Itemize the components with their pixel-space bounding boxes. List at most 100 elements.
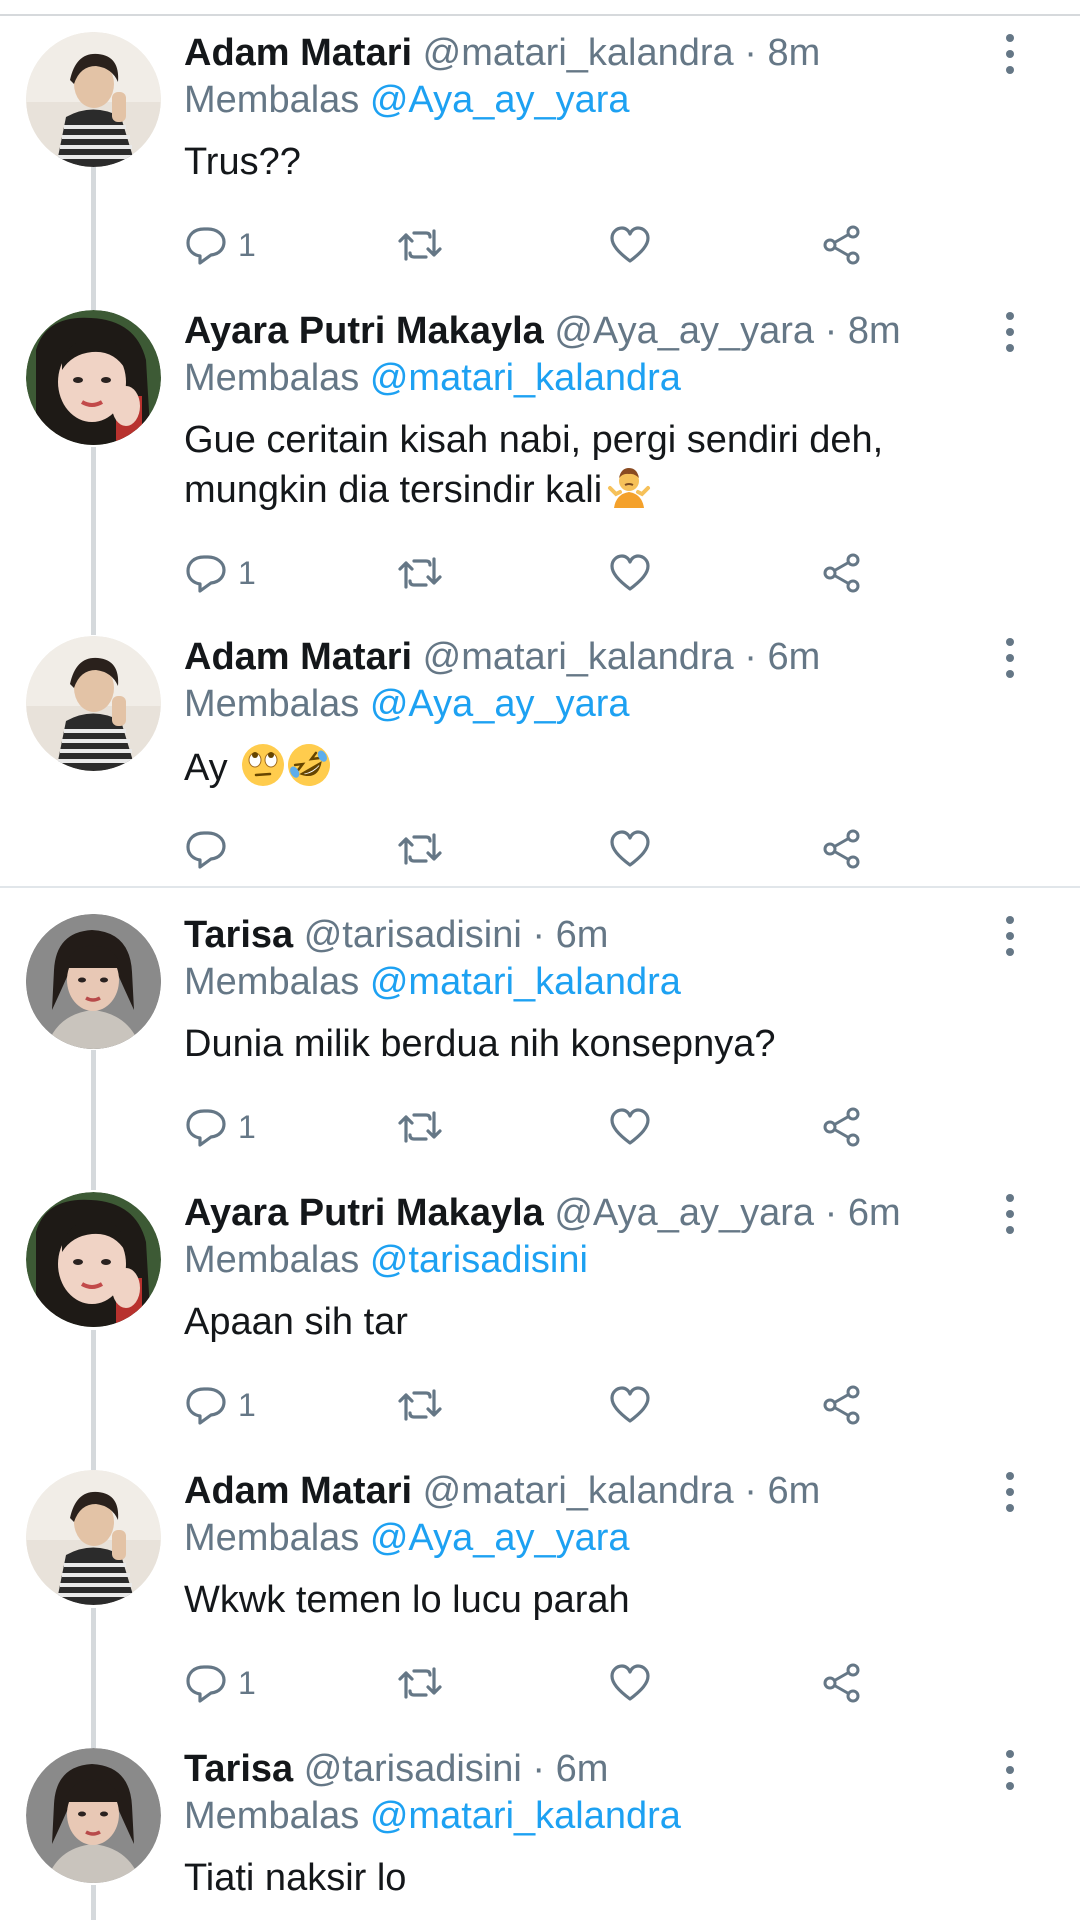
avatar[interactable]	[26, 914, 161, 1049]
display-name[interactable]: Ayara Putri Makayla	[184, 310, 544, 352]
like-button[interactable]	[608, 1102, 652, 1152]
replying-to: Membalas @Aya_ay_yara	[184, 680, 630, 728]
reply-button[interactable]: 1	[184, 1380, 256, 1430]
display-name[interactable]: Adam Matari	[184, 1470, 412, 1512]
retweet-button[interactable]	[396, 824, 444, 874]
avatar[interactable]	[26, 1192, 161, 1327]
tweet-text: Tiati naksir lo	[184, 1854, 1034, 1902]
share-button[interactable]	[820, 1380, 864, 1430]
user-handle[interactable]: @matari_kalandra	[423, 1470, 734, 1512]
like-button[interactable]	[608, 220, 652, 270]
retweet-icon	[398, 229, 442, 261]
reply-count: 1	[238, 1664, 256, 1701]
display-name[interactable]: Tarisa	[184, 1748, 293, 1790]
retweet-button[interactable]	[396, 1102, 444, 1152]
like-button[interactable]	[608, 824, 652, 874]
tweet-header: Adam Matari @matari_kalandra · 6m	[184, 632, 820, 682]
timestamp[interactable]: 6m	[848, 1192, 901, 1234]
share-button[interactable]	[820, 548, 864, 598]
more-vertical-icon[interactable]	[998, 312, 1022, 352]
mention-link[interactable]: @matari_kalandra	[370, 357, 681, 399]
mention-link[interactable]: @Aya_ay_yara	[370, 1517, 630, 1559]
like-button[interactable]	[608, 548, 652, 598]
user-handle[interactable]: @tarisadisini	[304, 914, 522, 956]
replying-to: Membalas @matari_kalandra	[184, 1792, 681, 1840]
user-handle[interactable]: @matari_kalandra	[423, 32, 734, 74]
like-button[interactable]	[608, 1658, 652, 1708]
tweet-actions: 1	[184, 220, 904, 270]
reply-icon	[186, 1387, 226, 1425]
avatar[interactable]	[26, 32, 161, 167]
mention-link[interactable]: @Aya_ay_yara	[370, 683, 630, 725]
retweet-button[interactable]	[396, 220, 444, 270]
reply-button[interactable]: 1	[184, 1102, 256, 1152]
more-vertical-icon[interactable]	[998, 638, 1022, 678]
timestamp[interactable]: 6m	[556, 914, 609, 956]
reply-icon	[186, 227, 226, 265]
reply-button[interactable]: 1	[184, 548, 256, 598]
share-icon	[823, 1385, 860, 1425]
user-handle[interactable]: @matari_kalandra	[423, 636, 734, 678]
timestamp[interactable]: 8m	[767, 32, 820, 74]
tweet-text-content: Apaan sih tar	[184, 1301, 408, 1343]
mention-link[interactable]: @tarisadisini	[370, 1239, 588, 1281]
avatar[interactable]	[26, 310, 161, 445]
heart-icon	[610, 554, 650, 591]
eye-roll-emoji	[240, 742, 286, 800]
more-vertical-icon[interactable]	[998, 1750, 1022, 1790]
more-vertical-icon[interactable]	[998, 1472, 1022, 1512]
display-name[interactable]: Tarisa	[184, 914, 293, 956]
timestamp[interactable]: 8m	[848, 310, 901, 352]
more-vertical-icon[interactable]	[998, 34, 1022, 74]
thread-line	[91, 1050, 96, 1190]
mention-link[interactable]: @Aya_ay_yara	[370, 79, 630, 121]
share-button[interactable]	[820, 1102, 864, 1152]
thread-line	[91, 165, 96, 310]
more-vertical-icon[interactable]	[998, 1194, 1022, 1234]
conversation-divider	[0, 886, 1080, 888]
timestamp[interactable]: 6m	[556, 1748, 609, 1790]
display-name[interactable]: Adam Matari	[184, 32, 412, 74]
reply-icon	[186, 831, 226, 869]
tweet-header: Adam Matari @matari_kalandra · 8m	[184, 28, 820, 78]
retweet-icon	[398, 833, 442, 865]
separator-dot: ·	[824, 1192, 838, 1234]
display-name[interactable]: Ayara Putri Makayla	[184, 1192, 544, 1234]
reply-button[interactable]: 1	[184, 1658, 256, 1708]
replying-to-label: Membalas	[184, 357, 360, 399]
separator-dot: ·	[532, 914, 546, 956]
user-handle[interactable]: @tarisadisini	[304, 1748, 522, 1790]
tweet-text-content: Tiati naksir lo	[184, 1857, 407, 1899]
reply-button[interactable]	[184, 824, 238, 874]
display-name[interactable]: Adam Matari	[184, 636, 412, 678]
tweet-text-content: Ay	[184, 747, 228, 789]
retweet-button[interactable]	[396, 1380, 444, 1430]
timestamp[interactable]: 6m	[767, 636, 820, 678]
like-button[interactable]	[608, 1380, 652, 1430]
avatar[interactable]	[26, 1470, 161, 1605]
more-vertical-icon[interactable]	[998, 916, 1022, 956]
share-button[interactable]	[820, 220, 864, 270]
user-handle[interactable]: @Aya_ay_yara	[554, 1192, 814, 1234]
share-button[interactable]	[820, 824, 864, 874]
mention-link[interactable]: @matari_kalandra	[370, 1795, 681, 1837]
separator-dot: ·	[824, 310, 838, 352]
avatar[interactable]	[26, 636, 161, 771]
avatar[interactable]	[26, 1748, 161, 1883]
timestamp[interactable]: 6m	[767, 1470, 820, 1512]
reply-count: 1	[238, 226, 256, 263]
reply-icon	[186, 1109, 226, 1147]
user-handle[interactable]: @Aya_ay_yara	[554, 310, 814, 352]
replying-to: Membalas @tarisadisini	[184, 1236, 588, 1284]
thread-line	[91, 1885, 96, 1920]
tweet-text: Ay	[184, 742, 1034, 800]
thread-line	[91, 1608, 96, 1748]
retweet-button[interactable]	[396, 1658, 444, 1708]
share-button[interactable]	[820, 1658, 864, 1708]
tweet-text-content: Trus??	[184, 141, 301, 183]
reply-button[interactable]: 1	[184, 220, 256, 270]
tweet-actions: 1	[184, 1380, 904, 1430]
tweet-header: Ayara Putri Makayla @Aya_ay_yara · 6m	[184, 1188, 901, 1238]
retweet-button[interactable]	[396, 548, 444, 598]
mention-link[interactable]: @matari_kalandra	[370, 961, 681, 1003]
